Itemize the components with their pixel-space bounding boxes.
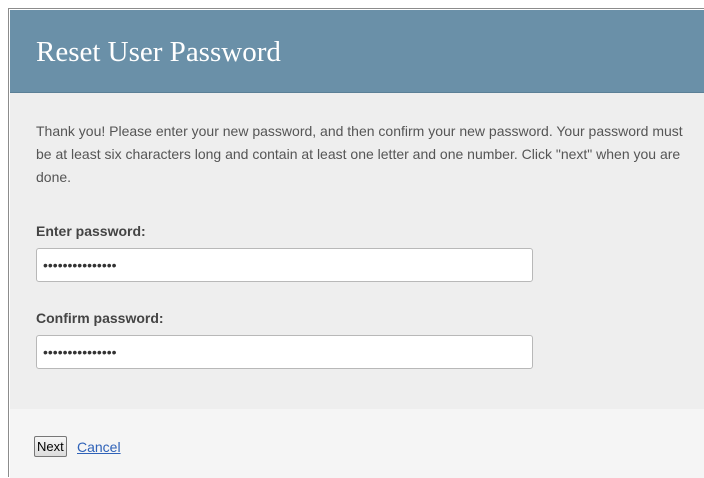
- page-title: Reset User Password: [36, 36, 281, 68]
- form-content: Thank you! Please enter your new passwor…: [10, 93, 704, 409]
- panel-header: Reset User Password: [10, 10, 704, 93]
- reset-password-panel: Reset User Password Thank you! Please en…: [8, 8, 704, 478]
- next-button[interactable]: Next: [34, 436, 67, 457]
- cancel-link[interactable]: Cancel: [77, 438, 121, 456]
- password-input[interactable]: [36, 248, 533, 282]
- instructions-text: Thank you! Please enter your new passwor…: [36, 123, 683, 185]
- confirm-password-input[interactable]: [36, 335, 533, 369]
- confirm-password-label: Confirm password:: [36, 310, 164, 326]
- password-label: Enter password:: [36, 223, 146, 239]
- form-footer: Next Cancel: [10, 409, 704, 478]
